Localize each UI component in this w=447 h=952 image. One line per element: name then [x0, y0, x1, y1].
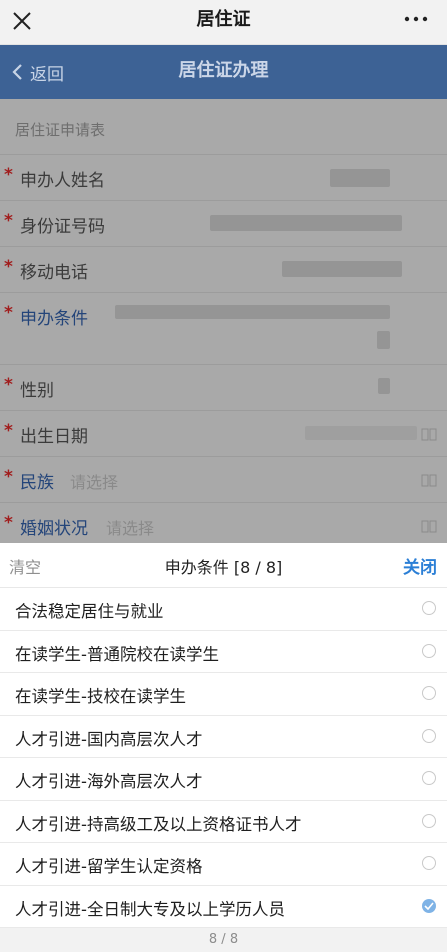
field-label: 出生日期: [20, 427, 88, 447]
radio-icon: [422, 643, 436, 658]
field-placeholder: 请选择: [70, 473, 119, 492]
field-label: 民族: [20, 473, 54, 493]
window-title: 居住证: [196, 9, 251, 30]
required-mark: *: [4, 257, 13, 277]
option-item[interactable]: 人才引进-国内高层次人才: [0, 716, 447, 758]
field-ethnicity[interactable]: * 民族 请选择: [0, 457, 447, 503]
nav-bar: 返回 居住证办理: [0, 45, 447, 99]
option-label: 人才引进-持高级工及以上资格证书人才: [15, 814, 302, 834]
field-birth-date[interactable]: * 出生日期: [0, 411, 447, 457]
checked-radio-icon: [422, 898, 436, 913]
book-icon: [421, 428, 437, 441]
field-placeholder: 请选择: [106, 519, 155, 538]
more-icon[interactable]: [403, 12, 429, 26]
required-mark: *: [4, 165, 13, 185]
radio-icon: [422, 601, 436, 615]
field-id-number[interactable]: * 身份证号码: [0, 201, 447, 247]
field-label: 移动电话: [20, 263, 88, 283]
option-item-selected[interactable]: 人才引进-全日制大专及以上学历人员: [0, 886, 447, 928]
page-indicator: 8 / 8: [0, 928, 447, 952]
field-gender[interactable]: * 性别: [0, 365, 447, 411]
field-application-condition[interactable]: * 申办条件: [0, 293, 447, 365]
option-label: 人才引进-海外高层次人才: [15, 772, 203, 791]
radio-icon: [422, 771, 436, 785]
required-mark: *: [4, 467, 13, 487]
option-label: 合法稳定居住与就业: [15, 602, 164, 621]
field-label: 申办人姓名: [20, 171, 105, 191]
book-icon: [421, 520, 437, 533]
required-mark: *: [4, 303, 13, 323]
redacted-value: [282, 261, 402, 277]
redacted-value: [210, 215, 402, 231]
picker-title: 申办条件 [8 / 8]: [164, 558, 283, 577]
option-label: 人才引进-国内高层次人才: [15, 729, 203, 749]
book-icon: [421, 474, 437, 487]
required-mark: *: [4, 421, 13, 441]
required-mark: *: [4, 375, 13, 395]
redacted-value: [305, 426, 417, 440]
radio-icon: [422, 728, 436, 743]
option-item[interactable]: 人才引进-留学生认定资格: [0, 843, 447, 886]
page-title: 居住证办理: [178, 60, 269, 81]
option-item[interactable]: 人才引进-持高级工及以上资格证书人才: [0, 801, 447, 843]
redacted-value: [115, 305, 390, 319]
field-label: 身份证号码: [20, 217, 105, 237]
field-applicant-name[interactable]: * 申办人姓名: [0, 155, 447, 201]
close-button[interactable]: 关闭: [403, 553, 437, 578]
application-form: 居住证申请表 * 申办人姓名 * 身份证号码 * 移动电话 * 申办条件 * 性…: [0, 99, 447, 549]
redacted-value: [378, 378, 390, 394]
option-label: 在读学生-普通院校在读学生: [15, 644, 219, 664]
field-mobile-phone[interactable]: * 移动电话: [0, 247, 447, 293]
radio-icon: [422, 686, 436, 700]
option-item[interactable]: 在读学生-技校在读学生: [0, 673, 447, 716]
checkmark-icon: [424, 901, 434, 910]
option-label: 在读学生-技校在读学生: [15, 687, 186, 706]
option-label: 人才引进-留学生认定资格: [15, 857, 203, 876]
option-label: 人才引进-全日制大专及以上学历人员: [15, 899, 285, 919]
option-item[interactable]: 人才引进-海外高层次人才: [0, 758, 447, 801]
field-label: 婚姻状况: [20, 519, 88, 539]
option-item[interactable]: 在读学生-普通院校在读学生: [0, 631, 447, 673]
option-item[interactable]: 合法稳定居住与就业: [0, 588, 447, 631]
top-bar: 居住证: [0, 0, 447, 45]
field-label: 性别: [20, 381, 54, 401]
required-mark: *: [4, 211, 13, 231]
required-mark: *: [4, 513, 13, 533]
form-section-title: 居住证申请表: [0, 99, 447, 155]
condition-picker-sheet: 清空 申办条件 [8 / 8] 关闭 合法稳定居住与就业 在读学生-普通院校在读…: [0, 543, 447, 952]
redacted-value: [377, 331, 390, 349]
picker-header: 清空 申办条件 [8 / 8] 关闭: [0, 543, 447, 588]
radio-icon: [422, 813, 436, 828]
redacted-value: [330, 169, 390, 187]
field-label: 申办条件: [20, 309, 88, 329]
radio-icon: [422, 856, 436, 870]
